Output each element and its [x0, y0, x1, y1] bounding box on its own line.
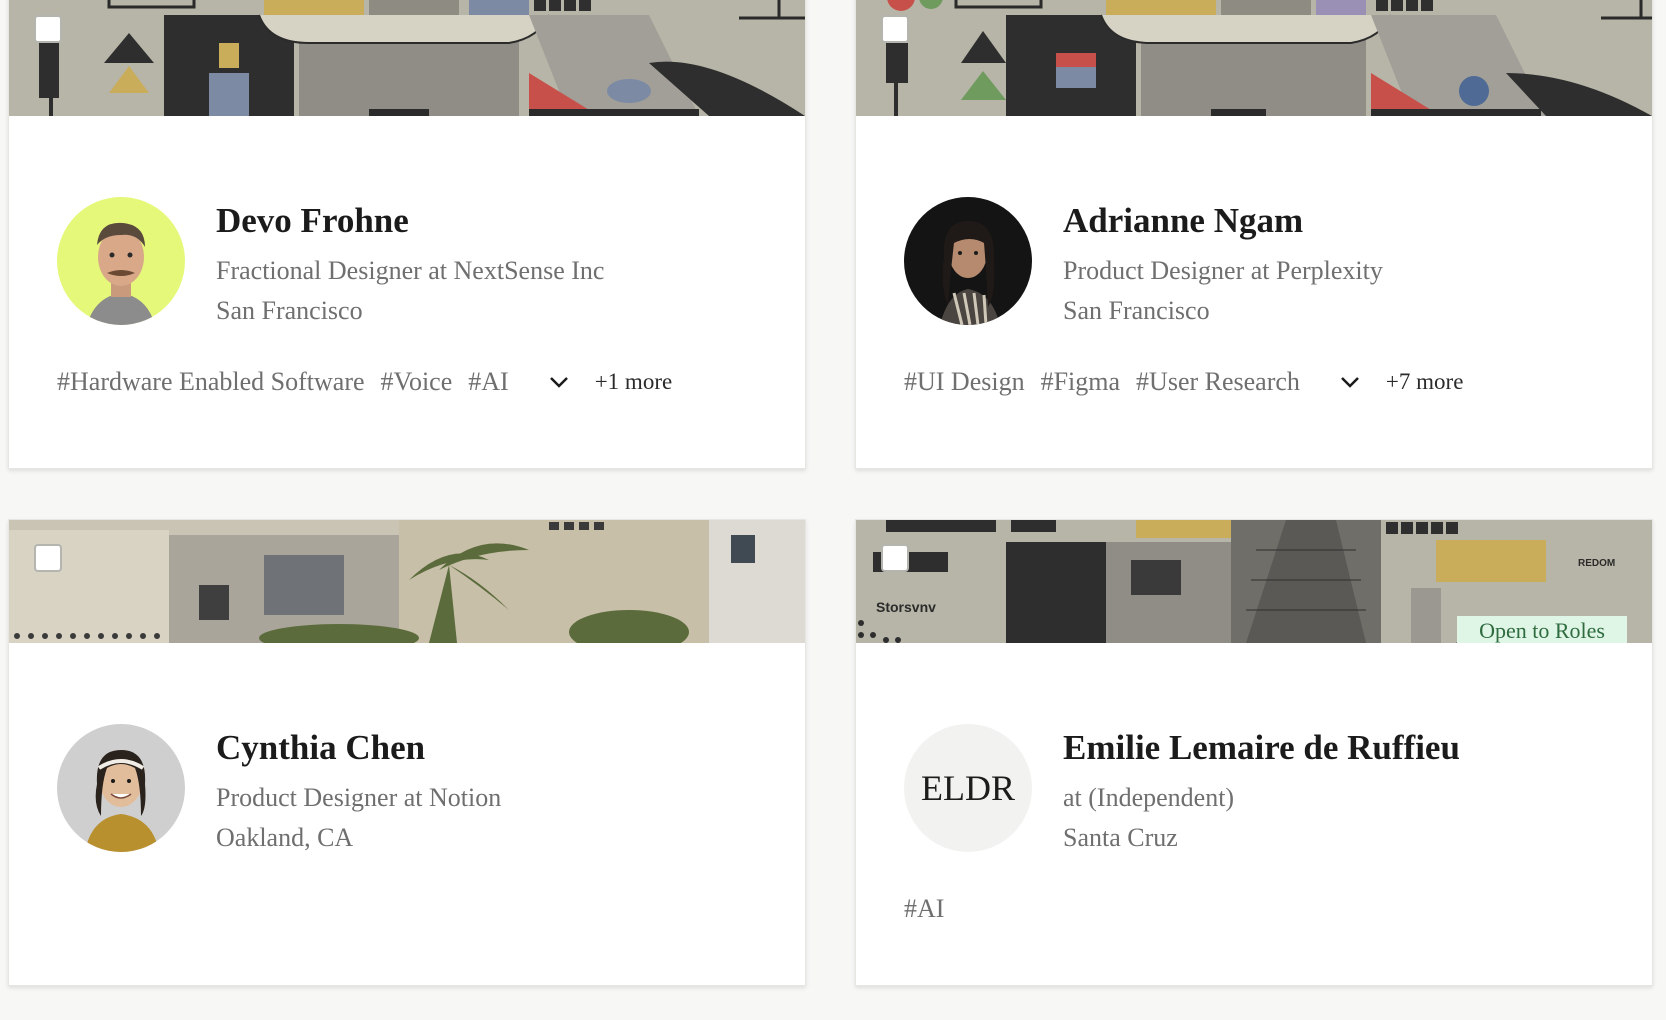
- tag[interactable]: #AI: [468, 367, 508, 397]
- more-tags-link[interactable]: +1 more: [595, 369, 672, 395]
- tag[interactable]: #Hardware Enabled Software: [57, 367, 365, 397]
- select-checkbox[interactable]: [34, 544, 62, 572]
- avatar: [57, 724, 185, 852]
- chevron-down-icon[interactable]: [1338, 370, 1362, 394]
- tag[interactable]: #Figma: [1041, 367, 1120, 397]
- profile-role: Product Designer at Notion: [216, 783, 502, 812]
- tag-list: #UI Design #Figma #User Research +7 more: [904, 367, 1463, 397]
- tag[interactable]: #UI Design: [904, 367, 1025, 397]
- banner-text-left: Storsvnv: [876, 599, 936, 615]
- profile-name[interactable]: Devo Frohne: [216, 201, 409, 241]
- profile-card[interactable]: Cynthia Chen Product Designer at Notion …: [8, 519, 806, 986]
- avatar: [57, 197, 185, 325]
- profile-card[interactable]: Storsvnv REDOM Open to Roles ELDR Emilie…: [855, 519, 1653, 986]
- card-banner-image: Storsvnv REDOM Open to Roles: [856, 520, 1652, 643]
- tag[interactable]: #Voice: [381, 367, 453, 397]
- card-banner-image: [9, 520, 805, 643]
- profile-name[interactable]: Emilie Lemaire de Ruffieu: [1063, 728, 1460, 768]
- profile-location: Oakland, CA: [216, 823, 354, 852]
- profile-role: Fractional Designer at NextSense Inc: [216, 256, 605, 285]
- profile-location: Santa Cruz: [1063, 823, 1178, 852]
- select-checkbox[interactable]: [881, 15, 909, 43]
- avatar: [904, 197, 1032, 325]
- card-banner-image: [856, 0, 1652, 116]
- card-banner-image: [9, 0, 805, 116]
- chevron-down-icon[interactable]: [547, 370, 571, 394]
- tag-list: #Hardware Enabled Software #Voice #AI +1…: [57, 367, 672, 397]
- open-to-roles-badge: Open to Roles: [1457, 616, 1627, 643]
- more-tags-link[interactable]: +7 more: [1386, 369, 1463, 395]
- profile-name[interactable]: Adrianne Ngam: [1063, 201, 1303, 241]
- profile-location: San Francisco: [1063, 296, 1210, 325]
- profile-role: at (Independent): [1063, 783, 1235, 812]
- profile-role: Product Designer at Perplexity: [1063, 256, 1383, 285]
- profile-name[interactable]: Cynthia Chen: [216, 728, 425, 768]
- profile-card[interactable]: Adrianne Ngam Product Designer at Perple…: [855, 0, 1653, 469]
- banner-text-right: REDOM: [1578, 558, 1615, 569]
- avatar-initials: ELDR: [904, 724, 1032, 852]
- tag[interactable]: #AI: [904, 894, 944, 924]
- profile-card[interactable]: Devo Frohne Fractional Designer at NextS…: [8, 0, 806, 469]
- select-checkbox[interactable]: [881, 544, 909, 572]
- tag[interactable]: #User Research: [1136, 367, 1300, 397]
- select-checkbox[interactable]: [34, 15, 62, 43]
- profile-location: San Francisco: [216, 296, 363, 325]
- tag-list: #AI: [904, 894, 960, 924]
